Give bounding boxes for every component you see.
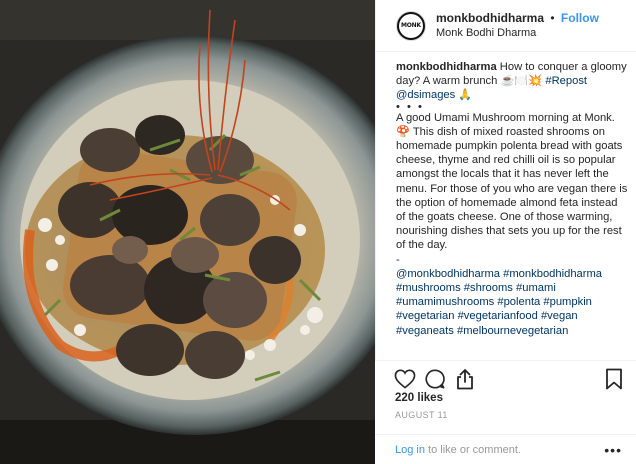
caption-emoji: 🙏 bbox=[455, 89, 473, 102]
mention-link[interactable]: @dsimages bbox=[396, 89, 455, 101]
hashtag-link[interactable]: #vegetarian bbox=[396, 310, 454, 322]
food-illustration bbox=[0, 0, 375, 464]
hashtag-link[interactable]: #Repost bbox=[545, 75, 587, 87]
caption-dots: • • • bbox=[396, 100, 424, 113]
post-photo[interactable] bbox=[0, 0, 375, 464]
hashtag-link[interactable]: #vegetarianfood bbox=[458, 310, 538, 322]
hashtag-link[interactable]: #umami bbox=[516, 282, 556, 294]
heart-icon[interactable] bbox=[393, 367, 417, 391]
comment-bar: Log in to like or comment. ••• bbox=[375, 434, 636, 464]
more-options-icon[interactable]: ••• bbox=[604, 443, 622, 457]
post-caption: monkbodhidharma How to conquer a gloomy … bbox=[396, 60, 628, 338]
hashtag-link[interactable]: #veganeats bbox=[396, 325, 454, 337]
header-separator: • bbox=[550, 10, 555, 25]
header-location[interactable]: Monk Bodhi Dharma bbox=[436, 26, 599, 41]
header-text: monkbodhidharma • Follow Monk Bodhi Dhar… bbox=[436, 11, 599, 41]
hashtag-link[interactable]: #polenta bbox=[497, 296, 540, 308]
hashtag-link[interactable]: #monkbodhidharma bbox=[503, 268, 602, 280]
hashtag-link[interactable]: #umamimushrooms bbox=[396, 296, 494, 308]
hashtag-link[interactable]: @monkbodhidharma bbox=[396, 268, 500, 280]
avatar-logo: MONK bbox=[399, 13, 423, 38]
hashtag-link[interactable]: #vegan bbox=[541, 310, 578, 322]
bookmark-icon[interactable] bbox=[602, 367, 626, 391]
likes-count[interactable]: 220 likes bbox=[395, 392, 443, 404]
post-date[interactable]: AUGUST 11 bbox=[395, 410, 448, 420]
follow-button[interactable]: Follow bbox=[561, 11, 599, 25]
share-icon[interactable] bbox=[453, 367, 477, 391]
post-actions: 220 likes AUGUST 11 Log in to like or co… bbox=[375, 360, 636, 464]
post-header: MONK monkbodhidharma • Follow Monk Bodhi… bbox=[376, 0, 636, 52]
avatar[interactable]: MONK bbox=[396, 10, 426, 41]
login-link[interactable]: Log in bbox=[395, 444, 425, 456]
hashtag-link[interactable]: #shrooms bbox=[464, 282, 513, 294]
header-username[interactable]: monkbodhidharma bbox=[436, 11, 544, 25]
comment-icon[interactable] bbox=[423, 367, 447, 391]
caption-hashtags: @monkbodhidharma #monkbodhidharma #mushr… bbox=[396, 267, 628, 338]
login-prompt: Log in to like or comment. bbox=[395, 444, 521, 456]
login-rest: to like or comment. bbox=[424, 444, 521, 456]
action-icons bbox=[393, 367, 626, 393]
hashtag-link[interactable]: #mushrooms bbox=[396, 282, 461, 294]
caption-body: A good Umami Mushroom morning at Monk. 🍄… bbox=[396, 111, 628, 252]
caption-dash: - bbox=[396, 253, 400, 266]
caption-username[interactable]: monkbodhidharma bbox=[396, 61, 497, 73]
hashtag-link[interactable]: #pumpkin bbox=[543, 296, 592, 308]
hashtag-link[interactable]: #melbournevegetarian bbox=[457, 325, 568, 337]
